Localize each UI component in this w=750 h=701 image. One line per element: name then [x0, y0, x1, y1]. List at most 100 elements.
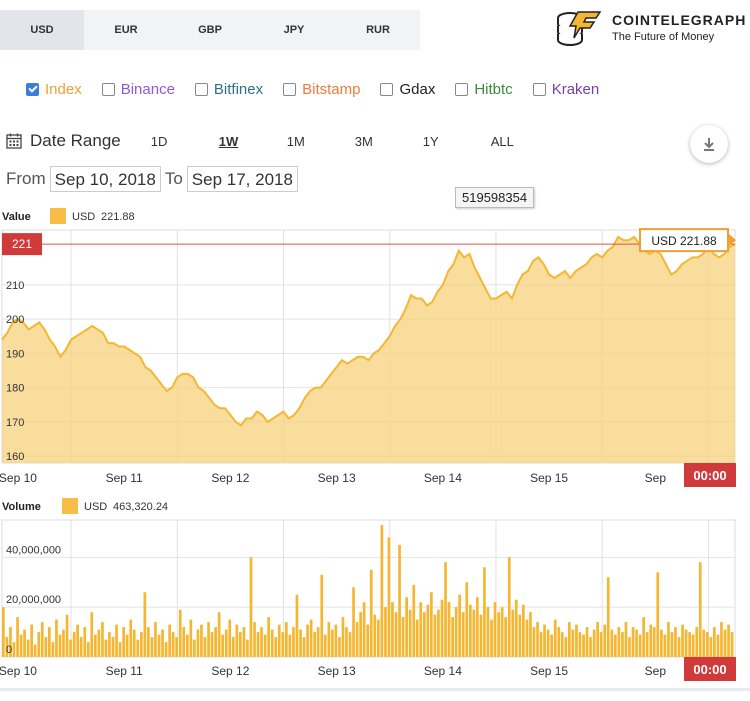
exchange-binance[interactable]: Binance — [101, 81, 175, 98]
volume-bar — [147, 627, 150, 657]
volume-bar — [525, 619, 529, 657]
volume-bar — [76, 624, 79, 657]
from-date-input[interactable]: Sep 10, 2018 — [49, 166, 161, 192]
volume-bar — [352, 587, 355, 657]
exchange-hitbtc[interactable]: Hitbtc — [455, 81, 513, 98]
exchange-gdax[interactable]: Gdax — [380, 81, 435, 98]
volume-bar — [299, 629, 302, 657]
range-1m-button[interactable]: 1M — [281, 134, 349, 149]
volume-bar — [140, 632, 143, 657]
volume-bar — [97, 629, 101, 657]
volume-bar — [610, 629, 614, 657]
volume-bar — [19, 634, 23, 657]
volume-bar — [164, 642, 168, 657]
binance-checkbox[interactable] — [101, 82, 115, 96]
volume-x-tick: Sep 10 — [0, 664, 37, 678]
volume-bar — [575, 624, 578, 657]
price-y-tick: 210 — [6, 280, 24, 292]
volume-bar — [338, 637, 341, 657]
volume-bar — [94, 634, 97, 657]
volume-bar — [30, 624, 33, 657]
volume-bar — [334, 624, 338, 657]
volume-bar — [292, 627, 295, 657]
gdax-checkbox[interactable] — [380, 82, 394, 96]
exchange-index[interactable]: Index — [26, 81, 82, 98]
volume-bar — [108, 632, 111, 657]
hitbtc-checkbox[interactable] — [455, 82, 469, 96]
tab-eur[interactable]: EUR — [84, 10, 168, 50]
brand-logo[interactable]: COINTELEGRAPH The Future of Money — [556, 8, 746, 50]
volume-bar — [628, 637, 631, 657]
price-x-tick: Sep 12 — [211, 471, 249, 485]
volume-bar — [2, 607, 5, 657]
volume-bar — [69, 639, 72, 657]
volume-bar — [384, 607, 387, 657]
price-y-tick: 170 — [6, 417, 24, 429]
volume-bar — [511, 609, 515, 657]
price-y-tick: 200 — [6, 314, 24, 326]
volume-bar — [373, 614, 377, 657]
volume-bar — [419, 602, 423, 657]
volume-bar — [132, 629, 136, 657]
volume-bar — [214, 627, 217, 657]
volume-bar — [178, 609, 182, 657]
volume-bar — [483, 567, 486, 657]
volume-bar — [48, 627, 51, 657]
kraken-checkbox[interactable] — [532, 82, 546, 96]
price-x-tick: Sep — [645, 471, 667, 485]
volume-bar — [709, 637, 713, 657]
tab-usd[interactable]: USD — [0, 10, 84, 50]
volume-bar — [26, 639, 30, 657]
volume-bar — [341, 617, 345, 657]
exchange-kraken[interactable]: Kraken — [532, 80, 600, 98]
volume-bar — [302, 637, 306, 657]
volume-bar — [129, 619, 133, 657]
range-1y-button[interactable]: 1Y — [417, 134, 485, 149]
volume-bar — [235, 624, 239, 657]
range-1d-button[interactable]: 1D — [145, 134, 213, 149]
volume-bar — [706, 632, 709, 657]
volume-bar — [635, 629, 638, 657]
bitfinex-checkbox[interactable] — [194, 82, 208, 96]
range-1w-button[interactable]: 1W — [213, 134, 281, 149]
to-date-input[interactable]: Sep 17, 2018 — [186, 166, 298, 192]
exchange-bitstamp[interactable]: Bitstamp — [283, 81, 360, 98]
volume-x-tick: Sep 14 — [424, 664, 462, 678]
date-range-label: Date Range — [30, 131, 121, 150]
svg-text:00:00: 00:00 — [693, 662, 726, 677]
volume-bar — [638, 634, 642, 657]
volume-bar — [37, 632, 41, 657]
tab-jpy[interactable]: JPY — [252, 10, 336, 50]
volume-bar — [423, 612, 426, 657]
tab-gbp[interactable]: GBP — [168, 10, 252, 50]
volume-bar — [65, 614, 69, 657]
volume-bar — [486, 607, 490, 657]
index-checkbox[interactable] — [26, 82, 39, 96]
volume-bar — [306, 624, 309, 657]
volume-bar — [309, 619, 313, 657]
volume-bar — [12, 642, 16, 657]
range-3m-button[interactable]: 3M — [349, 134, 417, 149]
price-y-tick: 190 — [6, 348, 24, 360]
tab-rur[interactable]: RUR — [336, 10, 420, 50]
volume-bar — [79, 637, 83, 657]
volume-bar — [603, 624, 607, 657]
exchange-label-kraken: Kraken — [551, 80, 600, 98]
volume-bar — [522, 604, 525, 657]
volume-bar — [660, 629, 663, 657]
volume-bar — [285, 622, 288, 657]
exchange-bitfinex[interactable]: Bitfinex — [194, 81, 263, 98]
bitstamp-checkbox[interactable] — [283, 82, 297, 96]
volume-bar — [316, 627, 320, 657]
volume-bar — [578, 632, 582, 657]
price-volume-chart: Value USD 221.88 160 170 180 190 200 210 Sep … — [0, 208, 750, 691]
volume-bar — [401, 617, 405, 657]
volume-bar — [263, 634, 267, 657]
volume-bar — [246, 639, 249, 657]
volume-bar — [83, 627, 87, 657]
download-button[interactable] — [690, 125, 728, 163]
volume-bar — [430, 592, 433, 657]
range-all-button[interactable]: ALL — [485, 134, 553, 149]
volume-x-tick: Sep 13 — [318, 664, 356, 678]
volume-bar — [398, 544, 401, 657]
